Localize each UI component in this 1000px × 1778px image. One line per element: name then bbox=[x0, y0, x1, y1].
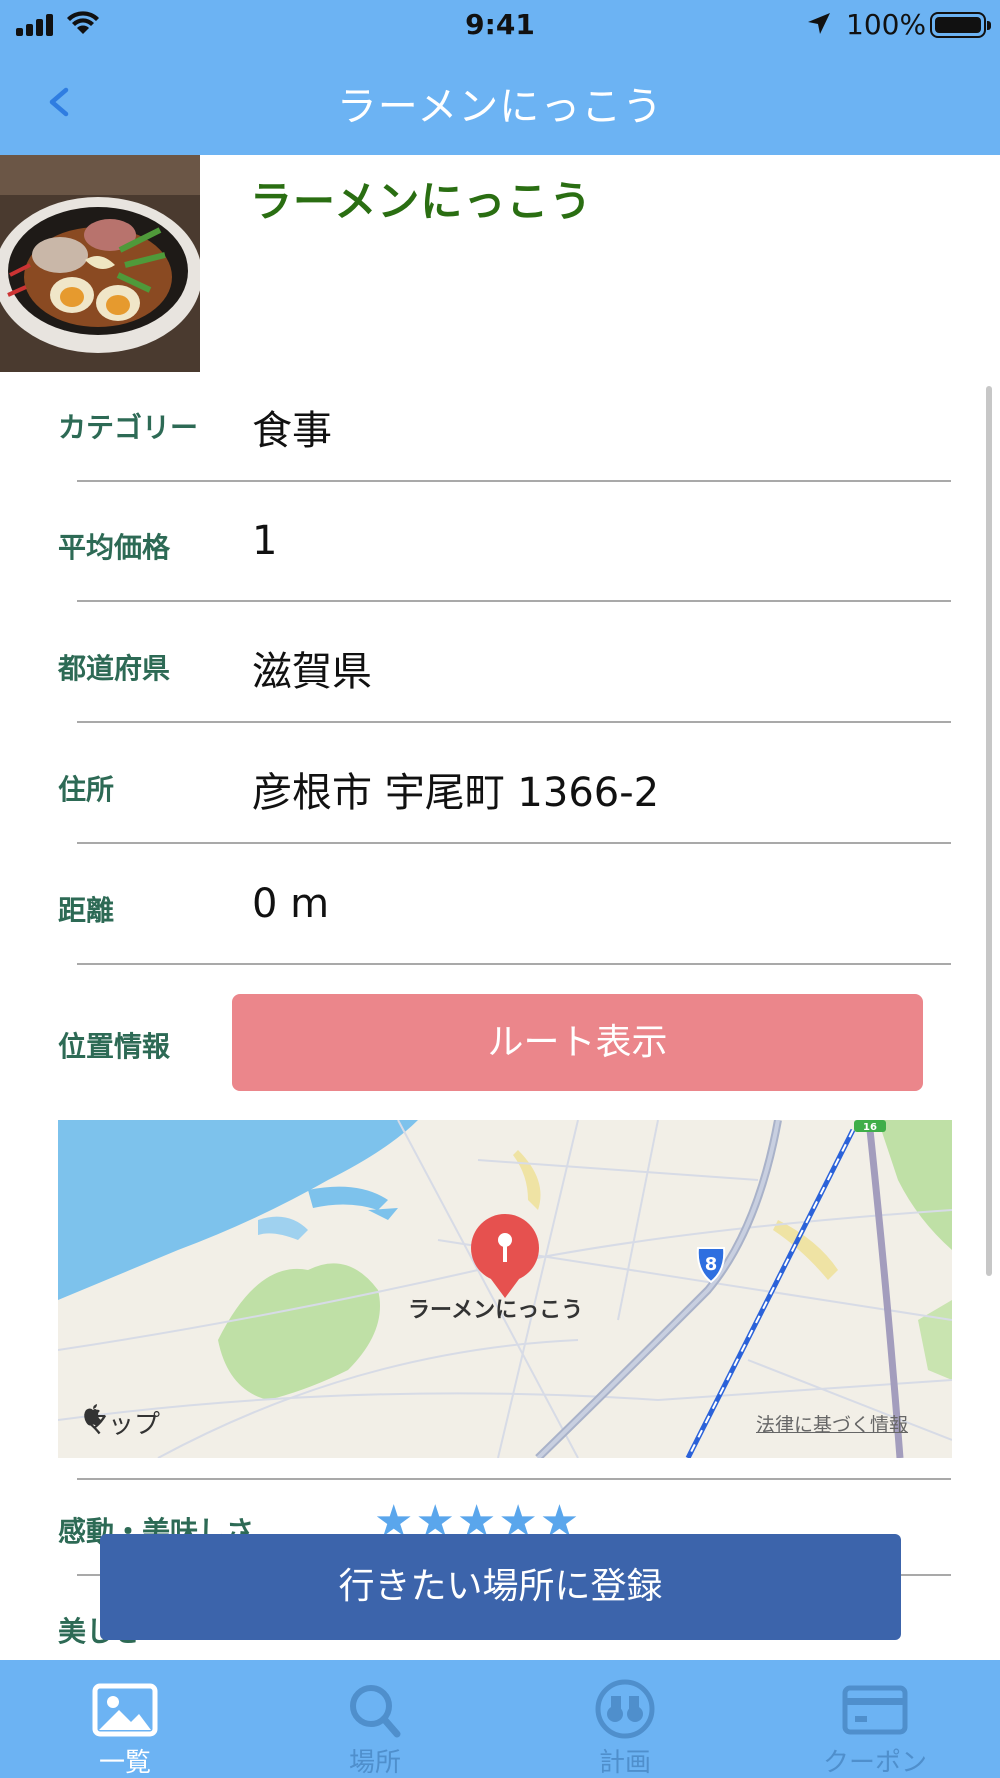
average-price-label: 平均価格 bbox=[58, 531, 171, 564]
divider bbox=[77, 963, 951, 965]
divider bbox=[77, 600, 951, 602]
card-icon bbox=[842, 1685, 908, 1735]
scrollbar[interactable] bbox=[986, 386, 992, 1276]
app-screen: 9:41 100% ラーメンにっこう ラーメンにっこう カテゴリー 食事 平均価… bbox=[0, 0, 1000, 1778]
distance-label: 距離 bbox=[58, 894, 115, 927]
divider bbox=[77, 1478, 951, 1480]
battery-percent: 100% bbox=[846, 8, 927, 41]
tab-place-label: 場所 bbox=[348, 1748, 401, 1778]
divider bbox=[77, 842, 951, 844]
tab-coupon-label: クーポン bbox=[822, 1748, 927, 1778]
register-wishlist-button[interactable]: 行きたい場所に登録 bbox=[100, 1534, 901, 1640]
tab-list-label: 一覧 bbox=[98, 1748, 151, 1778]
route-button[interactable]: ルート表示 bbox=[232, 994, 923, 1091]
location-arrow-icon bbox=[808, 13, 830, 34]
divider bbox=[77, 480, 951, 482]
route-shield-number: 8 bbox=[705, 1254, 718, 1275]
divider bbox=[77, 721, 951, 723]
tab-plan-label: 計画 bbox=[598, 1748, 651, 1778]
top-bar: 9:41 100% ラーメンにっこう bbox=[0, 0, 1000, 155]
prefecture-label: 都道府県 bbox=[58, 652, 171, 685]
apple-logo-icon bbox=[84, 1404, 101, 1426]
distance-value: 0 m bbox=[252, 881, 330, 927]
address-label: 住所 bbox=[58, 773, 115, 806]
battery-icon bbox=[930, 12, 991, 38]
tab-bar: 一覧 場所 計画 クーポン bbox=[0, 1660, 1000, 1778]
tab-place[interactable]: 場所 bbox=[250, 1660, 500, 1778]
location-label: 位置情報 bbox=[58, 1030, 171, 1063]
map-view[interactable]: 8 16 ラーメンにっこう マップ 法律に基づく情報 bbox=[58, 1120, 952, 1458]
shop-name: ラーメンにっこう bbox=[250, 177, 593, 226]
status-bar: 9:41 100% bbox=[0, 0, 1000, 50]
legal-link[interactable]: 法律に基づく情報 bbox=[756, 1410, 908, 1437]
prefecture-value: 滋賀県 bbox=[252, 649, 372, 695]
shop-photo bbox=[0, 155, 200, 372]
tab-plan[interactable]: 計画 bbox=[500, 1660, 750, 1778]
search-icon bbox=[350, 1685, 401, 1738]
tab-list[interactable]: 一覧 bbox=[0, 1660, 250, 1778]
category-value: 食事 bbox=[252, 408, 332, 454]
nav-title: ラーメンにっこう bbox=[336, 84, 664, 130]
maps-attribution: マップ bbox=[82, 1404, 160, 1441]
tab-coupon[interactable]: クーポン bbox=[750, 1660, 1000, 1778]
map-pin-label: ラーメンにっこう bbox=[408, 1298, 584, 1323]
category-label: カテゴリー bbox=[58, 411, 199, 444]
average-price-value: 1 bbox=[252, 518, 278, 564]
photo-icon bbox=[92, 1683, 158, 1737]
binoculars-icon bbox=[595, 1679, 655, 1739]
route-sign-number: 16 bbox=[863, 1122, 877, 1133]
address-value: 彦根市 宇尾町 1366-2 bbox=[252, 770, 660, 816]
